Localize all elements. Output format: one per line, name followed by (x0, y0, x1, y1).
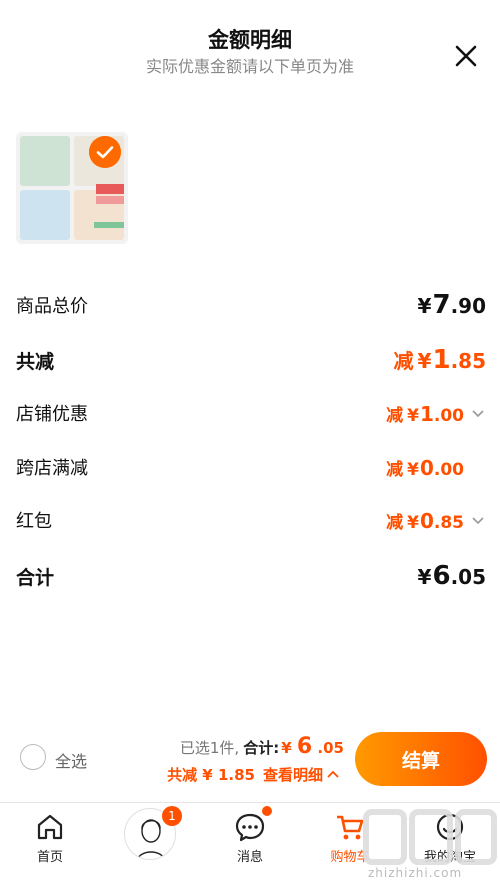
amount-decimal: .90 (450, 294, 486, 318)
minus-prefix: 减 (393, 349, 414, 373)
row-amount: 减 ¥ 1 .85 (394, 345, 486, 375)
discount-text: 共减 ¥ 1.85 (167, 766, 255, 784)
amount-decimal: .05 (317, 739, 344, 757)
tab-home[interactable]: 首页 (0, 803, 100, 884)
tab-label: 消息 (236, 850, 263, 865)
total-amount: ¥ 6 .05 (281, 734, 344, 759)
selected-check-icon[interactable] (89, 136, 121, 168)
sheet-header: 金额明细 实际优惠金额请以下单页为准 (0, 24, 500, 78)
view-detail-link[interactable]: 查看明细 (263, 764, 323, 785)
row-shop-discount[interactable]: 店铺优惠 减 ¥ 1 .00 (16, 395, 486, 431)
minus-prefix: 减 (386, 405, 404, 426)
amount-integer: 0 (419, 508, 434, 533)
watermark-logo (363, 809, 497, 865)
row-label: 跨店满减 (16, 458, 88, 479)
row-label: 红包 (16, 511, 52, 532)
notification-badge: 1 (162, 806, 182, 826)
checkout-button[interactable]: 结算 (355, 732, 487, 786)
currency-symbol: ¥ (281, 739, 292, 757)
row-red-packet[interactable]: 红包 减 ¥ 0 .85 (16, 502, 486, 538)
row-label: 店铺优惠 (16, 404, 88, 425)
row-amount: 减 ¥ 0 .85 (386, 508, 486, 533)
amount-decimal: .85 (433, 512, 464, 533)
amount-decimal: .05 (450, 565, 486, 589)
minus-prefix: 减 (386, 459, 404, 480)
amount-integer: 1 (432, 345, 451, 375)
amount-integer: 6 (432, 561, 451, 591)
amount-decimal: .00 (433, 405, 464, 426)
discount-summary[interactable]: 共减 ¥ 1.85 查看明细 (167, 764, 340, 785)
currency-symbol: ¥ (407, 459, 419, 480)
select-all-label[interactable]: 全选 (55, 748, 87, 772)
currency-symbol: ¥ (417, 294, 432, 318)
row-goods-total: 商品总价 ¥ 7 .90 (16, 287, 486, 323)
sheet-subtitle: 实际优惠金额请以下单页为准 (145, 57, 354, 76)
chevron-down-icon[interactable] (470, 512, 486, 528)
unread-dot (262, 806, 272, 816)
watermark-text: zhizhizhi.com (368, 866, 463, 880)
chevron-up-icon[interactable] (326, 768, 340, 782)
row-amount: ¥ 7 .90 (418, 290, 486, 320)
currency-symbol: ¥ (407, 405, 419, 426)
selected-count: 已选1件, (179, 739, 240, 757)
amount-integer: 0 (419, 455, 434, 480)
amount-integer: 6 (296, 734, 313, 759)
home-icon (37, 814, 63, 840)
amount-detail-sheet: 金额明细 实际优惠金额请以下单页为准 商品总价 ¥ 7 .90 共减 减 ¥ 1… (0, 0, 500, 884)
message-icon (235, 813, 265, 842)
total-label: 合计: (243, 739, 280, 757)
minus-prefix: 减 (386, 512, 404, 533)
row-label: 合计 (16, 566, 55, 589)
select-all-radio[interactable] (20, 744, 46, 770)
amount-decimal: .00 (433, 459, 464, 480)
currency-symbol: ¥ (417, 565, 432, 589)
row-label: 共减 (16, 350, 55, 373)
currency-symbol: ¥ (417, 349, 432, 373)
tab-messages[interactable]: 消息 (200, 803, 300, 884)
amount-decimal: .85 (450, 349, 486, 373)
row-cross-shop-discount: 跨店满减 减 ¥ 0 .00 (16, 449, 486, 485)
tab-label: 首页 (36, 850, 63, 865)
close-icon[interactable] (450, 40, 482, 72)
chevron-down-icon[interactable] (470, 405, 486, 421)
sheet-title: 金额明细 (208, 28, 292, 52)
row-label: 商品总价 (16, 296, 88, 317)
row-grand-total: 合计 ¥ 6 .05 (16, 558, 486, 594)
row-amount: ¥ 6 .05 (418, 561, 486, 591)
amount-integer: 1 (419, 401, 434, 426)
row-amount: 减 ¥ 1 .00 (386, 401, 486, 426)
row-amount: 减 ¥ 0 .00 (386, 455, 464, 480)
amount-integer: 7 (432, 290, 451, 320)
selected-summary: 已选1件, 合计: ¥ 6 .05 (180, 734, 344, 759)
row-total-discount: 共减 减 ¥ 1 .85 (16, 342, 486, 378)
currency-symbol: ¥ (407, 512, 419, 533)
